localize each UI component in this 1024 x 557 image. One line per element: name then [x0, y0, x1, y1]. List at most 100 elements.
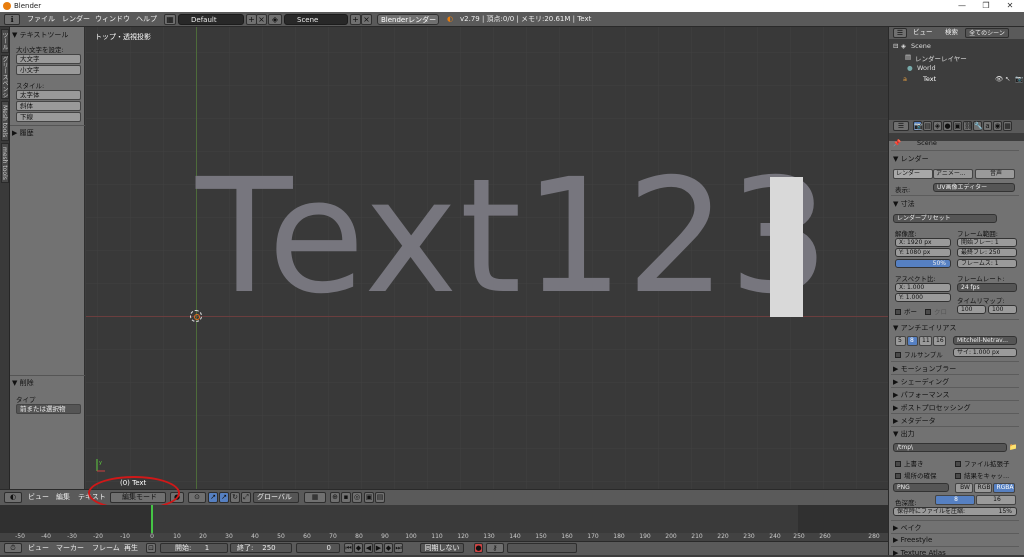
resolution-y-field[interactable]: Y: 1080 px — [895, 248, 951, 257]
texture-atlas-header[interactable]: ▶ Texture Atlas — [893, 549, 946, 557]
screen-layout-icon[interactable]: ▦ — [164, 14, 176, 25]
scale-icon[interactable]: ⤢ — [241, 492, 251, 503]
remove-layout-button[interactable]: × — [256, 14, 267, 25]
display-select[interactable]: UV画像エディター — [933, 183, 1015, 192]
scene-tab-icon[interactable]: ◈ — [933, 121, 942, 131]
editor-type-icon[interactable]: ☰ — [893, 28, 907, 38]
expand-icon[interactable]: ⊟ — [893, 42, 898, 50]
preview-range-icon[interactable]: ⊡ — [146, 543, 156, 553]
aa-samples-5[interactable]: 5 — [895, 336, 906, 346]
minimize-icon[interactable]: — — [952, 1, 972, 10]
outliner-scene[interactable]: Scene — [911, 42, 931, 50]
editor-type-icon[interactable]: ⏱ — [4, 543, 22, 553]
render-button[interactable]: レンダー — [893, 169, 933, 179]
color-rgba-button[interactable]: RGBA — [993, 483, 1015, 493]
outliner-render-layers[interactable]: レンダーレイヤー — [915, 53, 967, 63]
prev-keyframe-icon[interactable]: ◆ — [354, 543, 363, 553]
outliner-text[interactable]: Text — [923, 75, 936, 83]
compression-field[interactable]: 保存時にファイルを圧縮: 15% — [893, 507, 1017, 516]
folder-icon[interactable]: 📁 — [1009, 443, 1017, 451]
texture-tab-icon[interactable]: ▦ — [1003, 121, 1012, 131]
color-bw-button[interactable]: BW — [955, 483, 973, 493]
keying-set-field[interactable] — [507, 543, 577, 553]
jump-end-icon[interactable]: ⏭ — [394, 543, 403, 553]
3d-cursor-icon[interactable] — [190, 310, 202, 322]
color-depth-16-button[interactable]: 16 — [976, 495, 1016, 505]
pivot-point-icon[interactable]: ⊙ — [188, 492, 206, 503]
performance-header[interactable]: ▶ パフォーマンス — [893, 390, 949, 400]
color-depth-8-button[interactable]: 8 — [935, 495, 975, 505]
frame-end-field[interactable]: 最終フレ: 250 — [957, 248, 1017, 257]
layers-tab-icon[interactable]: ▤ — [923, 121, 932, 131]
time-remap-new-field[interactable]: 100 — [988, 305, 1017, 314]
jump-start-icon[interactable]: ⏮ — [344, 543, 353, 553]
data-tab-icon[interactable]: a — [983, 121, 992, 131]
editor-type-icon[interactable]: ℹ — [4, 14, 20, 25]
modifiers-tab-icon[interactable]: 🔧 — [973, 121, 983, 131]
snap-icon[interactable]: ⊕ — [330, 492, 340, 503]
aa-samples-16[interactable]: 16 — [933, 336, 946, 346]
start-frame-field[interactable]: 開始: 1 — [160, 543, 228, 553]
post-processing-header[interactable]: ▶ ポストプロセッシング — [893, 403, 971, 413]
menu-playback[interactable]: 再生 — [124, 543, 138, 554]
close-icon[interactable]: ✕ — [1000, 1, 1020, 10]
layout-field[interactable]: Default — [178, 14, 244, 25]
material-tab-icon[interactable]: ◉ — [993, 121, 1002, 131]
uppercase-button[interactable]: 大文字 — [16, 54, 81, 64]
editor-type-icon[interactable]: ☰ — [893, 121, 909, 131]
frame-start-field[interactable]: 開始フレー: 1 — [957, 238, 1017, 247]
menu-render[interactable]: レンダー — [62, 14, 90, 25]
file-extensions-checkbox[interactable]: ファイル拡張子 — [955, 458, 1010, 468]
audio-button[interactable]: 音声 — [975, 169, 1015, 179]
framerate-select[interactable]: 24 fps — [957, 283, 1017, 292]
visibility-icon[interactable]: 👁 — [995, 75, 1003, 83]
overwrite-checkbox[interactable]: 上書き — [895, 458, 924, 468]
manipulator-toggle-icon[interactable]: ↗ — [208, 492, 218, 503]
record-icon[interactable]: ● — [474, 543, 483, 553]
tab-tools[interactable]: ツール — [1, 29, 9, 53]
text-tools-header[interactable]: ▼ テキストツール — [12, 30, 68, 40]
file-format-select[interactable]: PNG — [893, 483, 949, 492]
aspect-x-field[interactable]: X: 1.000 — [895, 283, 951, 292]
snap-element-icon[interactable]: ▪ — [341, 492, 351, 503]
maximize-icon[interactable]: ❐ — [976, 1, 996, 10]
filter-size-field[interactable]: サイ: 1.000 px — [953, 348, 1017, 357]
object-tab-icon[interactable]: ▣ — [953, 121, 962, 131]
opengl-render-icon[interactable]: ▤ — [375, 492, 385, 503]
3d-viewport[interactable]: トップ・透視投影 Text123 y (0) Text — [86, 27, 888, 489]
render-tab-icon[interactable]: 📷 — [913, 121, 923, 131]
current-frame-field[interactable]: 0 — [296, 543, 340, 553]
bold-button[interactable]: 太字体 — [16, 90, 81, 100]
border-checkbox[interactable]: ボー — [895, 306, 917, 316]
menu-view[interactable]: ビュー — [28, 543, 49, 554]
menu-marker[interactable]: マーカー — [56, 543, 84, 554]
timeline-track[interactable] — [0, 505, 888, 535]
full-sample-checkbox[interactable]: フルサンプル — [895, 349, 943, 359]
delete-header[interactable]: ▼ 削除 — [12, 378, 34, 388]
menu-view[interactable]: ビュー — [913, 27, 933, 38]
timeline[interactable]: -50 -40 -30 -20 -10 0 10 20 30 40 50 60 … — [0, 505, 888, 541]
motion-blur-header[interactable]: ▶ モーションブラー — [893, 364, 956, 374]
render-section-header[interactable]: ▼ レンダー — [893, 154, 929, 164]
remove-scene-button[interactable]: × — [361, 14, 372, 25]
scene-field[interactable]: Scene — [284, 14, 348, 25]
menu-view[interactable]: ビュー — [28, 492, 49, 503]
tab-mesh-tools[interactable]: Mesh tools — [1, 101, 9, 141]
menu-search[interactable]: 検索 — [945, 27, 958, 38]
frame-step-field[interactable]: フレームス: 1 — [957, 259, 1017, 268]
resolution-x-field[interactable]: X: 1920 px — [895, 238, 951, 247]
time-remap-old-field[interactable]: 100 — [957, 305, 986, 314]
history-header[interactable]: ▶ 履歴 — [12, 128, 34, 138]
aa-samples-8[interactable]: 8 — [907, 336, 918, 346]
sync-select[interactable]: 同期しない — [420, 543, 464, 553]
delete-type-select[interactable]: 前または選択物 — [16, 404, 81, 414]
antialiasing-section-header[interactable]: ▼ アンチエイリアス — [893, 323, 956, 333]
crop-checkbox[interactable]: クロ — [925, 306, 947, 316]
constraints-tab-icon[interactable]: ⛓ — [963, 121, 973, 131]
play-reverse-icon[interactable]: ◀ — [364, 543, 373, 553]
next-keyframe-icon[interactable]: ◆ — [384, 543, 393, 553]
bake-header[interactable]: ▶ ベイク — [893, 523, 921, 533]
resolution-percentage-slider[interactable]: 50% — [895, 259, 951, 268]
world-tab-icon[interactable]: ● — [943, 121, 952, 131]
tab-grease-pencil[interactable]: グリースペンシル — [1, 55, 9, 99]
